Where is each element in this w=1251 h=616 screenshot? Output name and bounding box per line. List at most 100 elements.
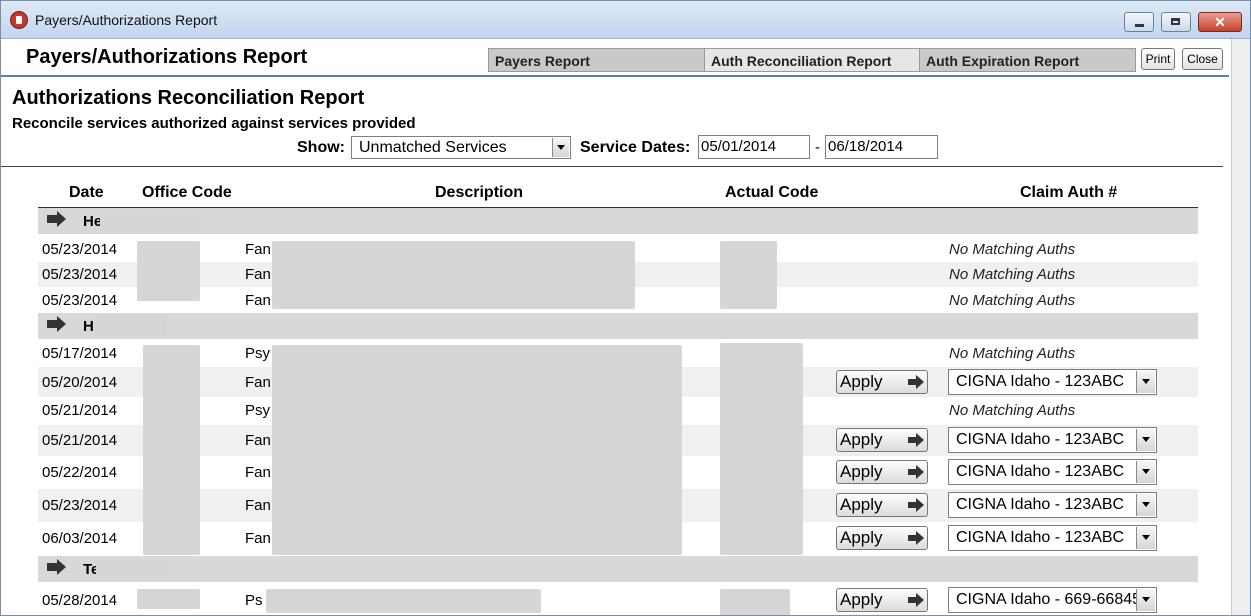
chevron-down-icon[interactable] — [1136, 429, 1155, 451]
show-select[interactable]: Unmatched Services — [351, 136, 571, 159]
table-row: 05/28/2014 Ps Apply CIGNA Idaho - 669-66… — [38, 584, 1198, 615]
chevron-down-icon[interactable] — [1136, 461, 1155, 483]
row-description: Psy — [245, 345, 271, 362]
minimize-button[interactable] — [1124, 12, 1154, 32]
claim-auth-value: CIGNA Idaho - 123ABC — [956, 373, 1125, 390]
redacted-region — [100, 210, 200, 232]
claim-auth-select[interactable]: CIGNA Idaho - 123ABC — [948, 369, 1157, 395]
apply-label: Apply — [840, 462, 883, 481]
apply-button[interactable]: Apply — [836, 493, 928, 517]
column-header-actual-code: Actual Code — [725, 184, 819, 201]
claim-auth-select[interactable]: CIGNA Idaho - 123ABC — [948, 492, 1157, 518]
tab-auth-expiration-report[interactable]: Auth Expiration Report — [919, 48, 1136, 72]
title-bar: Payers/Authorizations Report ✕ — [1, 1, 1250, 39]
vertical-scrollbar[interactable] — [1231, 39, 1250, 615]
arrow-right-icon — [908, 498, 924, 512]
claim-auth-value: CIGNA Idaho - 123ABC — [956, 463, 1125, 480]
redacted-region — [272, 345, 682, 555]
column-header-office-code: Office Code — [142, 184, 232, 201]
redacted-region — [720, 241, 777, 309]
window-close-button[interactable]: ✕ — [1198, 12, 1242, 32]
redacted-region — [272, 241, 635, 309]
date-from-input[interactable]: 05/01/2014 — [698, 135, 810, 159]
row-date: 05/23/2014 — [42, 241, 118, 258]
tab-payers-report[interactable]: Payers Report — [488, 48, 705, 72]
row-description: Fan — [245, 530, 271, 547]
claim-auth-select[interactable]: CIGNA Idaho - 123ABC — [948, 427, 1157, 453]
chevron-down-icon[interactable] — [1136, 589, 1155, 611]
chevron-down-icon[interactable] — [552, 138, 569, 157]
print-button[interactable]: Print — [1141, 48, 1175, 70]
report-window: Payers/Authorizations Report ✕ Payers/Au… — [0, 0, 1251, 616]
tab-auth-reconciliation-report[interactable]: Auth Reconciliation Report — [704, 48, 920, 72]
apply-label: Apply — [840, 430, 883, 449]
apply-button[interactable]: Apply — [836, 588, 928, 612]
row-description: Fan — [245, 432, 271, 449]
claim-auth-select[interactable]: CIGNA Idaho - 123ABC — [948, 459, 1157, 485]
claim-auth-value: CIGNA Idaho - 123ABC — [956, 496, 1125, 513]
maximize-button[interactable] — [1161, 12, 1191, 32]
row-date: 06/03/2014 — [42, 530, 118, 547]
service-dates-label: Service Dates: — [580, 139, 691, 156]
header-divider — [1, 75, 1229, 77]
claim-auth-value: CIGNA Idaho - 123ABC — [956, 529, 1125, 546]
close-icon: ✕ — [1214, 14, 1226, 30]
arrow-right-icon — [908, 465, 924, 479]
redacted-region — [720, 589, 790, 615]
row-date: 05/23/2014 — [42, 266, 118, 283]
row-description: Fan — [245, 374, 271, 391]
row-description: Ps — [245, 592, 263, 609]
apply-button[interactable]: Apply — [836, 428, 928, 452]
date-to-input[interactable]: 06/18/2014 — [825, 135, 938, 159]
redacted-region — [137, 589, 200, 609]
row-description: Fan — [245, 497, 271, 514]
claim-auth-select[interactable]: CIGNA Idaho - 123ABC — [948, 525, 1157, 551]
row-date: 05/20/2014 — [42, 374, 118, 391]
row-description: Psy — [245, 402, 271, 419]
show-label: Show: — [297, 139, 345, 156]
redacted-region — [96, 560, 168, 580]
column-header-date: Date — [69, 184, 104, 201]
claim-auth-value: CIGNA Idaho - 123ABC — [956, 431, 1125, 448]
row-status: No Matching Auths — [949, 345, 1076, 362]
row-status: No Matching Auths — [949, 292, 1076, 309]
arrow-right-icon — [908, 593, 924, 607]
group-name: H — [83, 318, 94, 335]
claim-auth-select[interactable]: CIGNA Idaho - 669-668458 — [948, 587, 1157, 613]
arrow-right-icon — [47, 559, 66, 575]
row-date: 05/23/2014 — [42, 292, 118, 309]
row-description: Fan — [245, 266, 271, 283]
arrow-right-icon — [908, 433, 924, 447]
page-title: Payers/Authorizations Report — [26, 46, 308, 68]
apply-button[interactable]: Apply — [836, 460, 928, 484]
claim-auth-value: CIGNA Idaho - 669-668458 — [956, 591, 1150, 608]
group-header: Te — [38, 556, 1198, 582]
chevron-down-icon[interactable] — [1136, 371, 1155, 393]
row-date: 05/22/2014 — [42, 464, 118, 481]
arrow-right-icon — [908, 375, 924, 389]
apply-label: Apply — [840, 528, 883, 547]
arrow-right-icon — [47, 211, 66, 227]
row-description: Fan — [245, 464, 271, 481]
redacted-region — [143, 345, 200, 555]
apply-button[interactable]: Apply — [836, 370, 928, 394]
close-button[interactable]: Close — [1182, 48, 1223, 70]
report-subheading: Reconcile services authorized against se… — [12, 115, 416, 132]
row-date: 05/21/2014 — [42, 402, 118, 419]
redacted-region — [94, 315, 167, 337]
apply-label: Apply — [840, 372, 883, 391]
chevron-down-icon[interactable] — [1136, 527, 1155, 549]
row-date: 05/28/2014 — [42, 592, 118, 609]
apply-label: Apply — [840, 495, 883, 514]
chevron-down-icon[interactable] — [1136, 494, 1155, 516]
row-description: Fan — [245, 241, 271, 258]
apply-button[interactable]: Apply — [836, 526, 928, 550]
show-select-value: Unmatched Services — [359, 139, 507, 156]
date-separator: - — [815, 139, 820, 156]
app-icon — [10, 11, 28, 29]
arrow-right-icon — [47, 316, 66, 332]
arrow-right-icon — [908, 531, 924, 545]
group-header: He — [38, 208, 1198, 234]
row-date: 05/21/2014 — [42, 432, 118, 449]
group-header: H — [38, 313, 1198, 339]
